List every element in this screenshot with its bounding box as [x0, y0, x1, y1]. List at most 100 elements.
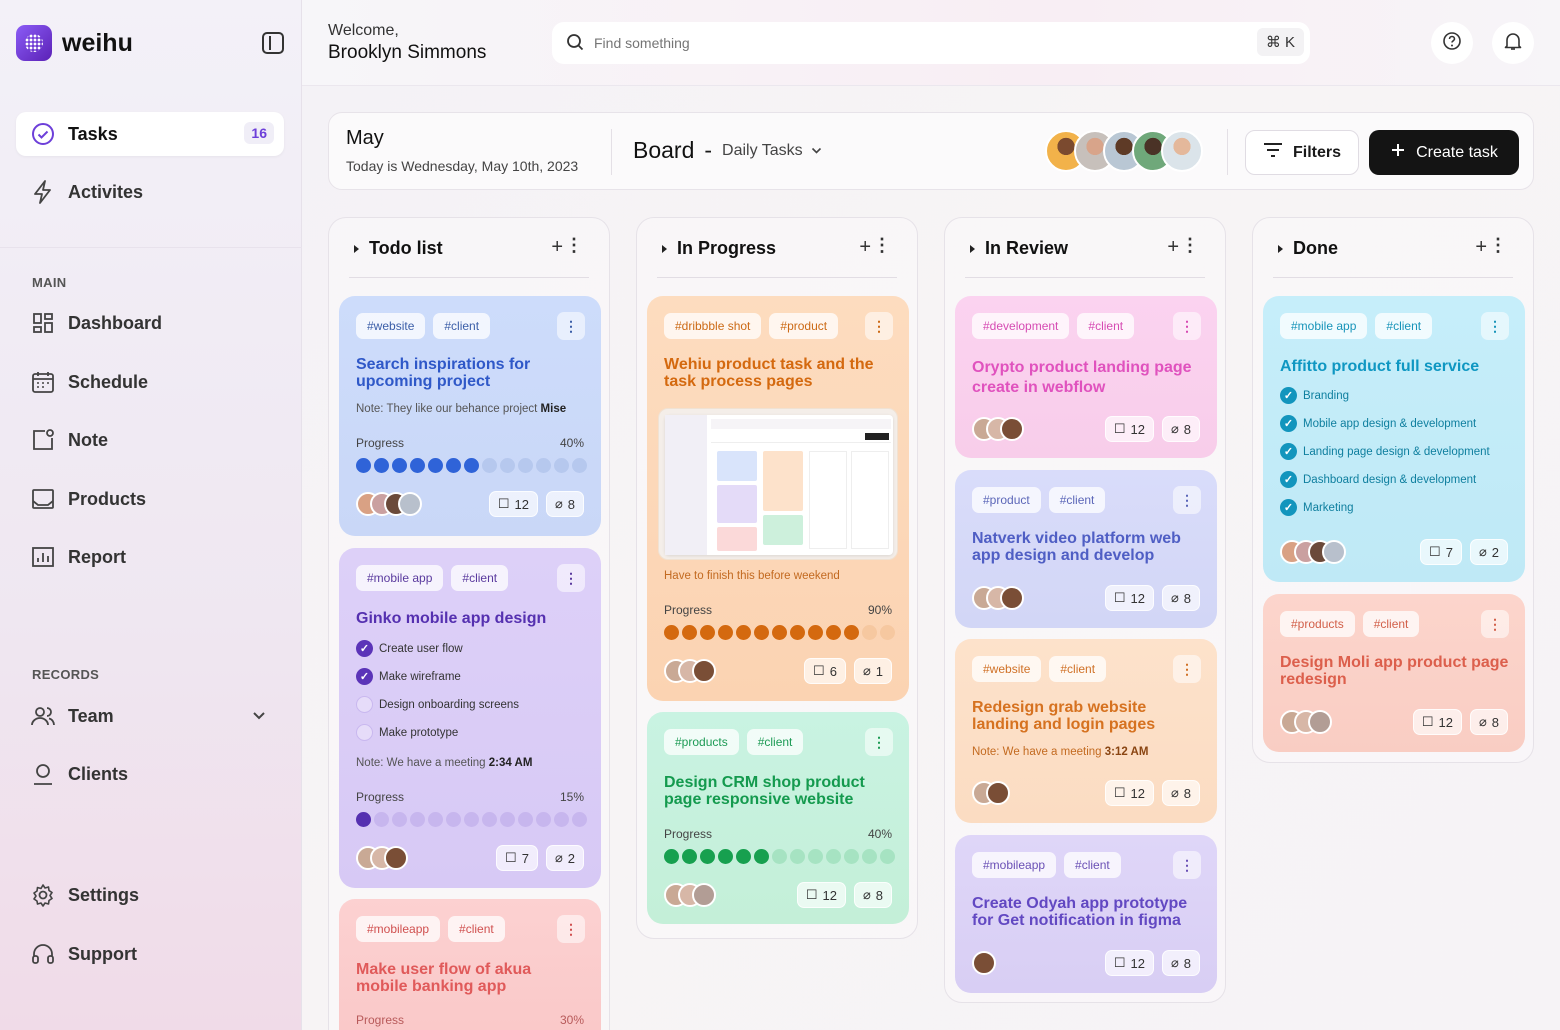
assignee-avatars[interactable]: [356, 846, 408, 870]
tag[interactable]: #client: [451, 565, 509, 591]
card-menu-icon[interactable]: ⋮: [1173, 851, 1201, 879]
assignee-avatars[interactable]: [972, 417, 1024, 441]
task-card[interactable]: #product #client ⋮ Natverk video platform…: [955, 470, 1217, 628]
tag[interactable]: #client: [1375, 313, 1433, 339]
tag[interactable]: #client: [746, 729, 804, 755]
sidebar-item-support[interactable]: Support: [16, 932, 284, 976]
more-icon[interactable]: ⋮: [873, 235, 891, 256]
view-select[interactable]: Daily Tasks: [722, 142, 803, 160]
tag[interactable]: #dribbble shot: [664, 313, 762, 339]
assignee-avatars[interactable]: [664, 659, 716, 683]
add-card-icon[interactable]: +: [551, 236, 563, 259]
tag[interactable]: #client: [448, 916, 505, 942]
tag[interactable]: #client: [1049, 656, 1107, 682]
avatar[interactable]: [692, 659, 716, 683]
tag[interactable]: #website: [972, 656, 1042, 682]
task-card[interactable]: #mobileapp #client ⋮ Make user flow of ak…: [339, 899, 601, 1030]
tag[interactable]: #products: [664, 729, 739, 755]
tag[interactable]: #mobileapp: [972, 852, 1057, 878]
attachments-count[interactable]: ⌀ 8: [1161, 950, 1200, 976]
card-menu-icon[interactable]: ⋮: [865, 728, 893, 756]
task-card[interactable]: #website #client ⋮ Search inspirations fo…: [339, 296, 601, 536]
tag[interactable]: #client: [1077, 313, 1135, 339]
add-card-icon[interactable]: +: [1167, 236, 1179, 259]
assignee-avatars[interactable]: [972, 586, 1024, 610]
card-menu-icon[interactable]: ⋮: [557, 564, 585, 592]
comments-count[interactable]: ☐ 12: [488, 491, 538, 517]
add-card-icon[interactable]: +: [1475, 236, 1487, 259]
checklist-item[interactable]: ✓ Landing page design & development: [1280, 443, 1490, 460]
attachments-count[interactable]: ⌀ 8: [1161, 585, 1200, 611]
search-bar[interactable]: ⌘ K: [552, 22, 1310, 64]
sidebar-item-products[interactable]: Products: [16, 477, 284, 521]
comments-count[interactable]: ☐ 12: [1412, 709, 1462, 735]
sidebar-item-settings[interactable]: Settings: [16, 873, 284, 917]
avatar[interactable]: [972, 951, 996, 975]
checklist-item[interactable]: ✓ Create user flow: [356, 640, 463, 657]
comments-count[interactable]: ☐ 7: [496, 845, 538, 871]
task-card[interactable]: #website #client ⋮ Redesign grab website …: [955, 639, 1217, 823]
card-preview-image[interactable]: [658, 408, 898, 560]
attachments-count[interactable]: ⌀ 2: [1469, 539, 1508, 565]
comments-count[interactable]: ☐ 12: [1104, 585, 1154, 611]
comments-count[interactable]: ☐ 7: [1420, 539, 1462, 565]
assignee-avatars[interactable]: [1280, 540, 1346, 564]
more-icon[interactable]: ⋮: [565, 235, 583, 256]
avatar[interactable]: [1161, 130, 1203, 172]
column-title[interactable]: Todo list: [354, 238, 443, 259]
tag[interactable]: #mobileapp: [356, 916, 441, 942]
task-card[interactable]: #products #client ⋮ Design CRM shop produ…: [647, 712, 909, 924]
notifications-button[interactable]: [1492, 22, 1534, 64]
assignee-avatars[interactable]: [972, 951, 996, 975]
checklist-item[interactable]: ✓ Dashboard design & development: [1280, 471, 1476, 488]
sidebar-item-note[interactable]: Note: [16, 418, 284, 462]
sidebar-item-report[interactable]: Report: [16, 535, 284, 579]
card-menu-icon[interactable]: ⋮: [557, 915, 585, 943]
avatar[interactable]: [986, 781, 1010, 805]
card-menu-icon[interactable]: ⋮: [1481, 312, 1509, 340]
tag[interactable]: #client: [1362, 611, 1420, 637]
card-menu-icon[interactable]: ⋮: [1173, 655, 1201, 683]
create-task-button[interactable]: Create task: [1369, 130, 1519, 175]
comments-count[interactable]: ☐ 12: [1104, 416, 1154, 442]
more-icon[interactable]: ⋮: [1489, 235, 1507, 256]
checklist-item[interactable]: Design onboarding screens: [356, 696, 519, 713]
assignee-avatars[interactable]: [356, 492, 422, 516]
tag[interactable]: #website: [356, 313, 426, 339]
add-card-icon[interactable]: +: [859, 236, 871, 259]
sidebar-item-dashboard[interactable]: Dashboard: [16, 301, 284, 345]
tag[interactable]: #development: [972, 313, 1070, 339]
attachments-count[interactable]: ⌀ 1: [853, 658, 892, 684]
tag[interactable]: #product: [769, 313, 839, 339]
attachments-count[interactable]: ⌀ 8: [853, 882, 892, 908]
comments-count[interactable]: ☐ 12: [1104, 780, 1154, 806]
comments-count[interactable]: ☐ 6: [804, 658, 846, 684]
checklist-item[interactable]: ✓ Branding: [1280, 387, 1349, 404]
task-card[interactable]: #mobile app #client ⋮ Affitto product ful…: [1263, 296, 1525, 582]
card-menu-icon[interactable]: ⋮: [1173, 312, 1201, 340]
sidebar-item-tasks[interactable]: Tasks 16: [16, 112, 284, 156]
card-menu-icon[interactable]: ⋮: [1481, 610, 1509, 638]
task-card[interactable]: #mobileapp #client ⋮ Create Odyah app pro…: [955, 835, 1217, 993]
checklist-item[interactable]: ✓ Marketing: [1280, 499, 1354, 516]
card-menu-icon[interactable]: ⋮: [1173, 486, 1201, 514]
column-title[interactable]: In Progress: [662, 238, 776, 259]
attachments-count[interactable]: ⌀ 8: [545, 491, 584, 517]
tag[interactable]: #mobile app: [356, 565, 444, 591]
sidebar-item-activites[interactable]: Activites: [16, 170, 284, 214]
comments-count[interactable]: ☐ 12: [796, 882, 846, 908]
assignee-avatars[interactable]: [972, 781, 1010, 805]
chevron-down-icon[interactable]: [252, 709, 266, 724]
assignee-avatars[interactable]: [1280, 710, 1332, 734]
sidebar-item-schedule[interactable]: Schedule: [16, 360, 284, 404]
tag[interactable]: #product: [972, 487, 1041, 513]
help-button[interactable]: [1431, 22, 1473, 64]
tag[interactable]: #client: [433, 313, 491, 339]
avatar[interactable]: [398, 492, 422, 516]
sidebar-collapse-icon[interactable]: [262, 32, 284, 54]
avatar[interactable]: [1322, 540, 1346, 564]
search-input[interactable]: [594, 35, 1214, 51]
filters-button[interactable]: Filters: [1245, 130, 1359, 175]
tag[interactable]: #mobile app: [1280, 313, 1368, 339]
task-card[interactable]: #development #client ⋮ Orypto product lan…: [955, 296, 1217, 458]
